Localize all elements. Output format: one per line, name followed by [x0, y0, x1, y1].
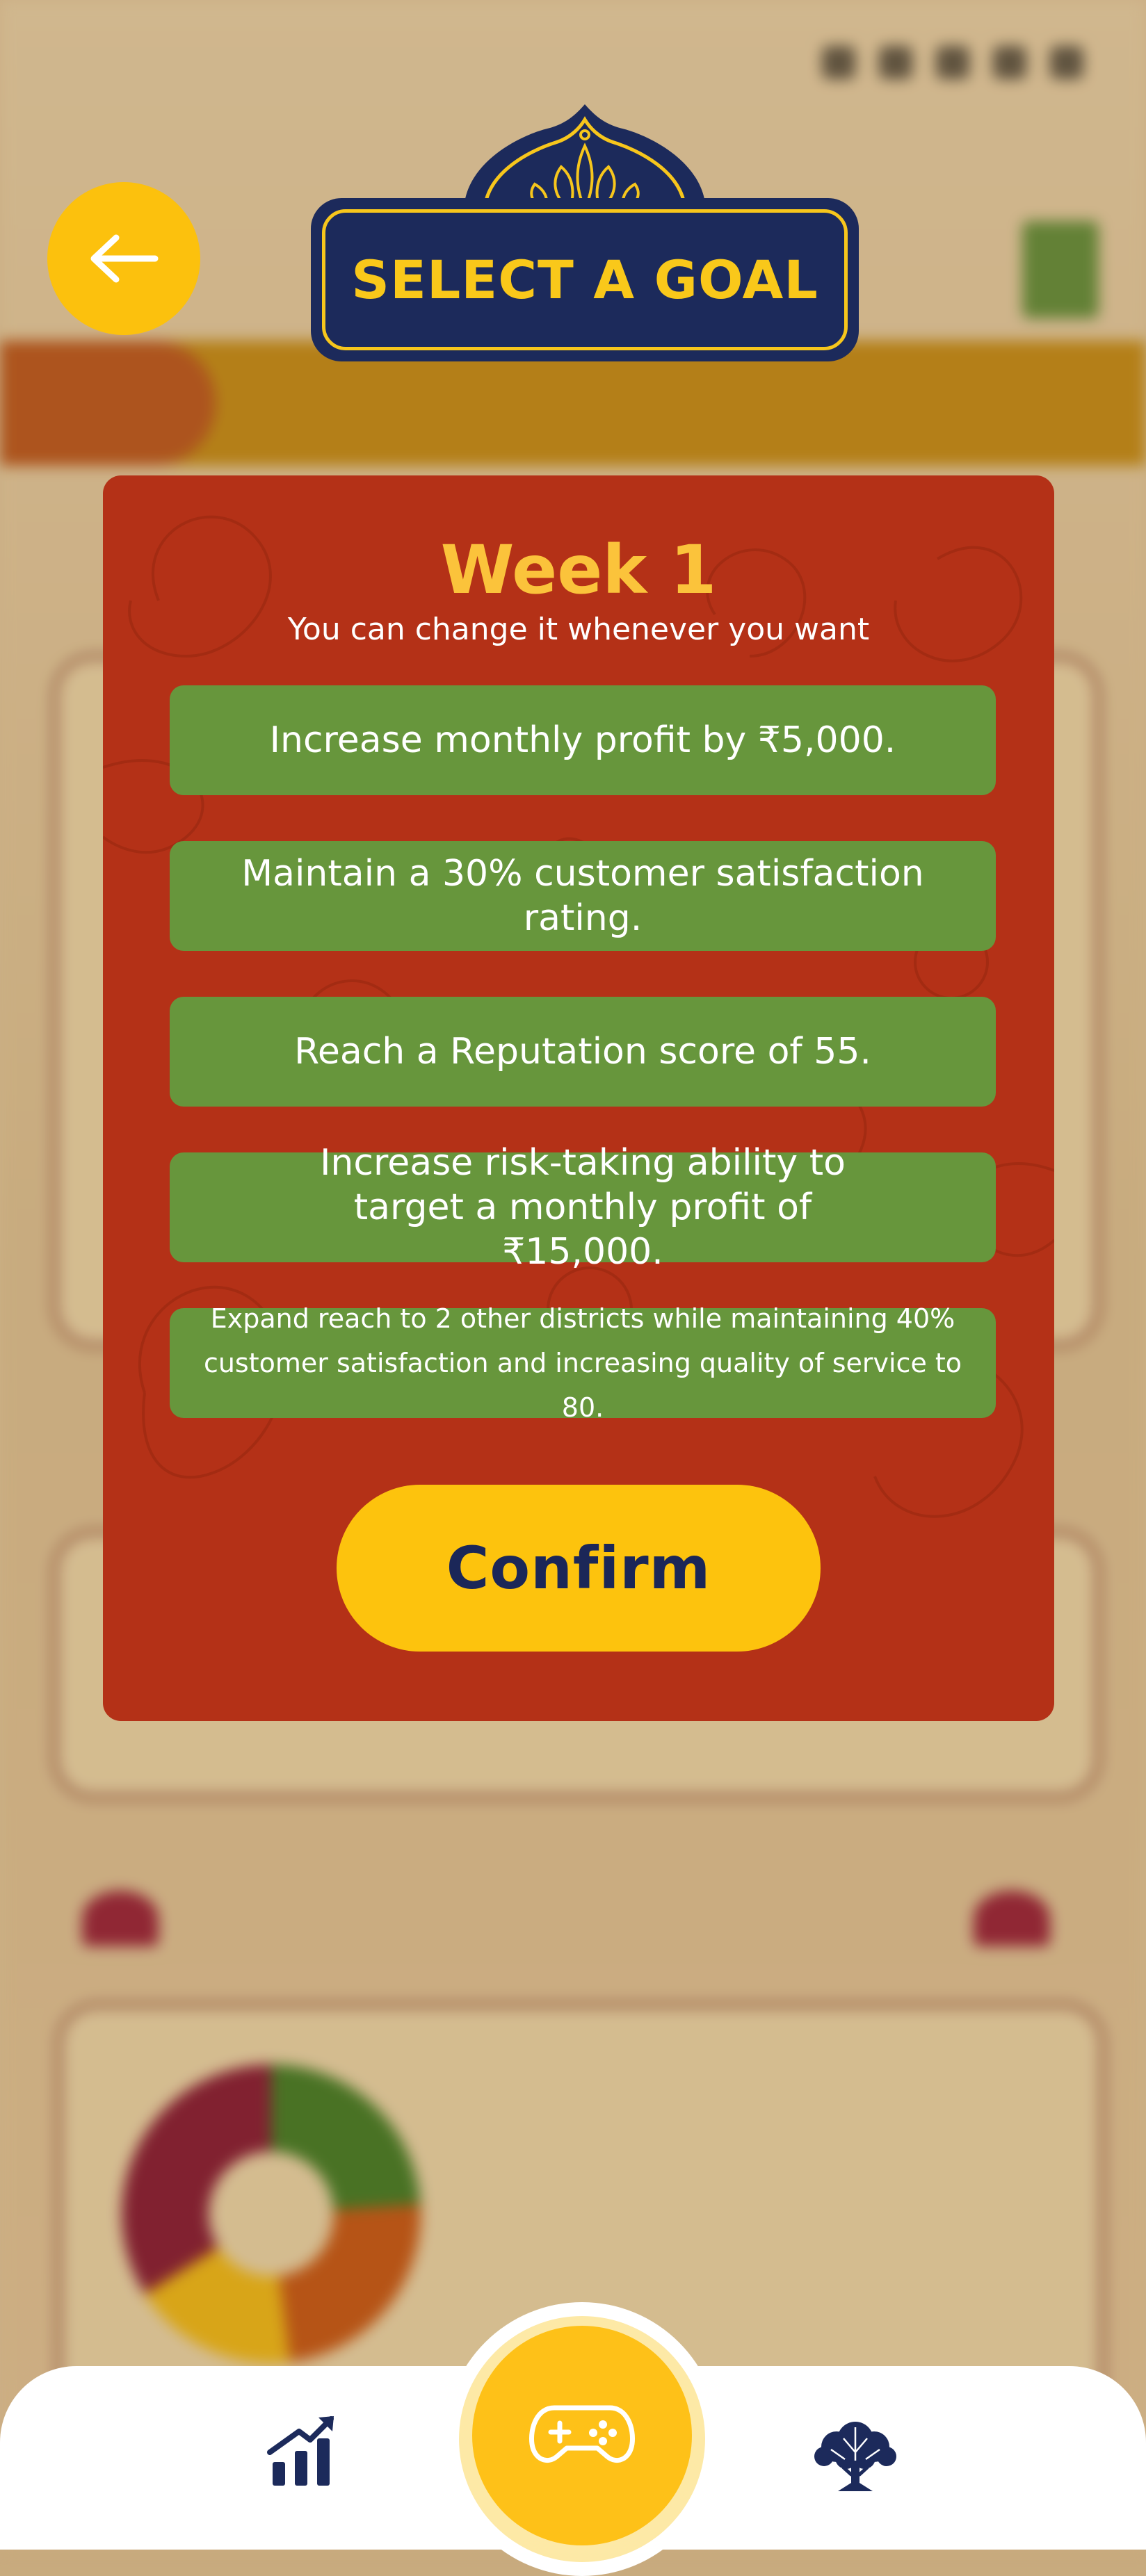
confirm-button[interactable]: Confirm [337, 1485, 821, 1652]
goal-option[interactable]: Increase monthly profit by ₹5,000. [170, 685, 996, 795]
gamepad-icon [528, 2405, 636, 2463]
play-button[interactable] [459, 2316, 705, 2562]
goal-option[interactable]: Maintain a 30% customer satisfaction rat… [170, 841, 996, 951]
tree-icon[interactable] [810, 2419, 901, 2495]
page-title: SELECT A GOAL [351, 249, 818, 311]
stats-icon[interactable] [264, 2412, 341, 2488]
week-subtitle: You can change it whenever you want [287, 612, 870, 647]
goal-modal: Week 1 You can change it whenever you wa… [103, 475, 1054, 1721]
goal-option[interactable]: Expand reach to 2 other districts while … [170, 1303, 996, 1423]
header-plate: SELECT A GOAL [311, 198, 859, 361]
goal-option[interactable]: Increase risk-taking ability to target a… [170, 1142, 996, 1273]
week-title: Week 1 [440, 531, 717, 609]
arrow-left-icon [90, 234, 159, 283]
goal-option[interactable]: Reach a Reputation score of 55. [170, 997, 996, 1107]
header-badge: SELECT A GOAL [311, 104, 859, 361]
back-button[interactable] [47, 182, 200, 335]
